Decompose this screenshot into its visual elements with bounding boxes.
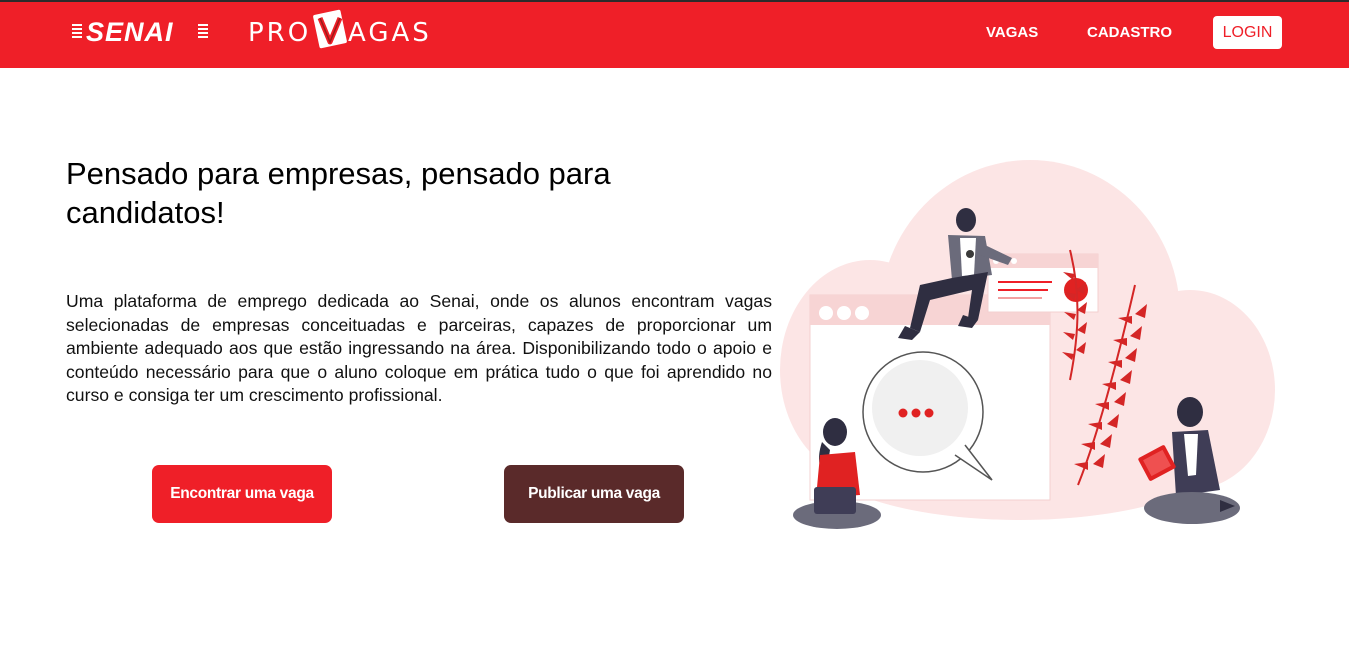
navbar: SENAI PRO AGAS VAGAS CADASTRO LOGIN [0,2,1349,68]
hero-headline: Pensado para empresas, pensado para cand… [66,156,611,230]
login-button[interactable]: LOGIN [1213,16,1282,49]
senai-logo[interactable]: SENAI [72,16,208,50]
senai-logo-text: SENAI [86,17,174,47]
hero-description: Uma plataforma de emprego dedicada ao Se… [66,291,772,405]
people-networking-illustration [780,160,1275,529]
nav-link-cadastro[interactable]: CADASTRO [1087,24,1172,41]
senai-logo-lines-right [198,24,208,42]
senai-logo-lines-left [72,24,82,42]
provagas-logo[interactable]: PRO AGAS [248,6,429,56]
provagas-v-icon [313,9,347,49]
nav-link-vagas[interactable]: VAGAS [986,24,1038,41]
publish-job-button[interactable]: Publicar uma vaga [504,465,684,523]
provagas-logo-pro: PRO [248,18,312,48]
find-job-button[interactable]: Encontrar uma vaga [152,465,332,523]
provagas-logo-agas: AGAS [348,18,432,48]
